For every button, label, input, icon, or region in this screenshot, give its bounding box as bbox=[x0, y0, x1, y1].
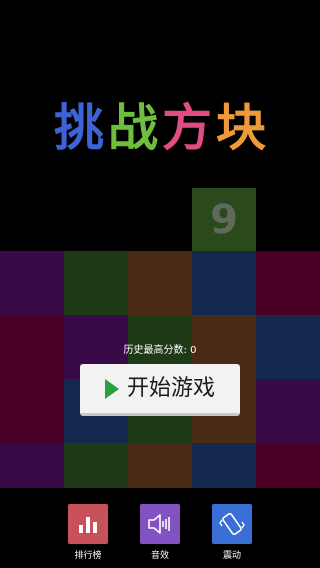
board-tile bbox=[64, 251, 128, 315]
title-char-3: 方 bbox=[162, 99, 212, 157]
leaderboard-button[interactable] bbox=[68, 504, 108, 544]
board-tile bbox=[0, 251, 64, 315]
speaker-icon bbox=[148, 514, 170, 534]
falling-tile-number: 9 bbox=[210, 197, 238, 243]
title-char-2: 战 bbox=[108, 99, 158, 157]
bar-chart-icon bbox=[79, 517, 97, 533]
title-char-4: 块 bbox=[216, 99, 266, 157]
sound-label: 音效 bbox=[150, 551, 169, 561]
best-score-label: 历史最高分数: 0 bbox=[123, 345, 197, 356]
vibrate-button[interactable] bbox=[212, 504, 252, 544]
vibrate-icon bbox=[219, 512, 245, 536]
board-tile bbox=[256, 251, 320, 315]
game-title: 挑 战 方 块 bbox=[0, 96, 320, 160]
leaderboard-label: 排行榜 bbox=[74, 551, 102, 561]
falling-tile: 9 bbox=[192, 188, 256, 252]
play-icon bbox=[104, 378, 119, 399]
sound-button[interactable] bbox=[140, 504, 180, 544]
board-tile bbox=[128, 251, 192, 315]
board-tile bbox=[256, 379, 320, 443]
board-tile bbox=[0, 379, 64, 443]
board-tile bbox=[192, 251, 256, 315]
start-game-button[interactable]: 开始游戏 bbox=[80, 364, 240, 416]
vibrate-label: 震动 bbox=[222, 551, 241, 561]
title-char-1: 挑 bbox=[54, 99, 104, 157]
game-board: 9 bbox=[0, 0, 320, 568]
start-game-label: 开始游戏 bbox=[126, 375, 215, 401]
